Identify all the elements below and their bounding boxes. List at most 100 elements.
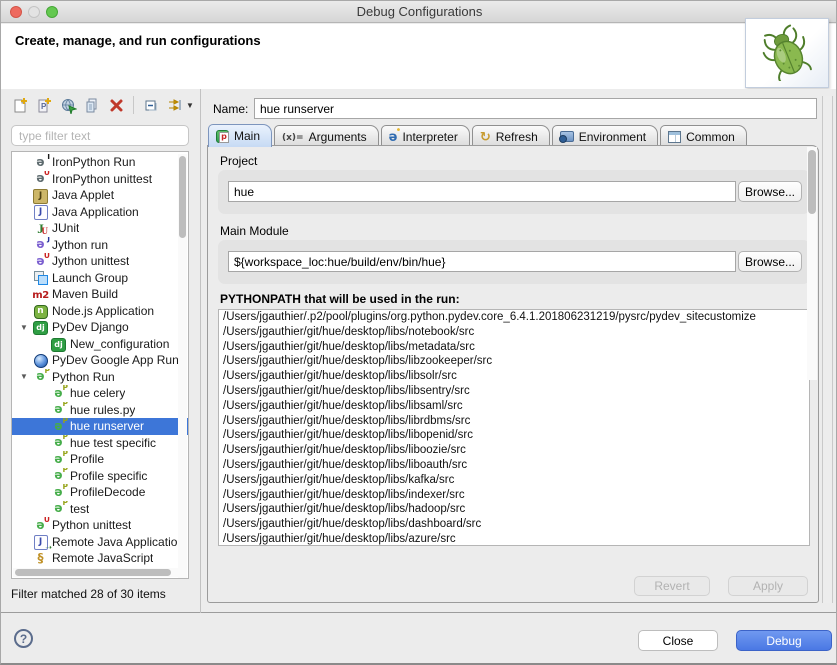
tree-item-maven-build[interactable]: Maven Build xyxy=(12,286,188,303)
tab-main[interactable]: Main xyxy=(208,124,272,147)
tree-item-ironpython-unittest[interactable]: IronPython unittest xyxy=(12,171,188,188)
duplicate-icon[interactable] xyxy=(81,94,103,116)
pythonpath-entry[interactable]: /Users/jgauthier/git/hue/desktop/libs/li… xyxy=(219,414,809,429)
tree-item-java-applet[interactable]: Java Applet xyxy=(12,187,188,204)
new-launch-configuration-icon[interactable] xyxy=(9,94,31,116)
tree-item-label: hue test specific xyxy=(70,436,156,450)
tree-item-label: hue rules.py xyxy=(70,403,135,417)
pythonpath-entry[interactable]: /Users/jgauthier/git/hue/desktop/libs/li… xyxy=(219,369,809,384)
tree-item-hue-rules-py[interactable]: hue rules.py xyxy=(12,402,188,419)
tab-label: Interpreter xyxy=(402,130,457,144)
tab-interpreter[interactable]: Interpreter xyxy=(381,125,470,147)
tree-item-python-unittest[interactable]: Python unittest xyxy=(12,517,188,534)
pythonpath-entry[interactable]: /Users/jgauthier/git/hue/desktop/libs/li… xyxy=(219,443,809,458)
name-input[interactable] xyxy=(254,98,817,119)
common-tab-icon xyxy=(668,131,681,143)
tab-label: Environment xyxy=(579,130,646,144)
tab-arguments[interactable]: Arguments xyxy=(274,125,379,147)
tree-item-test[interactable]: test xyxy=(12,501,188,518)
filter-input[interactable] xyxy=(11,125,189,146)
svg-text:P: P xyxy=(41,102,47,111)
new-prototype-icon[interactable]: P xyxy=(33,94,55,116)
pythonpath-scrollbar-thumb[interactable] xyxy=(808,150,816,214)
tree-item-jython-run[interactable]: Jython run xyxy=(12,237,188,254)
tree-item-python-run[interactable]: ▼Python Run xyxy=(12,369,188,386)
pythonpath-entry[interactable]: /Users/jgauthier/git/hue/desktop/libs/li… xyxy=(219,399,809,414)
tree-item-new-configuration[interactable]: New_configuration xyxy=(12,336,188,353)
apply-button[interactable]: Apply xyxy=(728,576,808,596)
title-bar[interactable]: Debug Configurations xyxy=(1,1,837,23)
tree-item-label: ProfileDecode xyxy=(70,485,145,499)
pythonpath-entry[interactable]: /Users/jgauthier/git/hue/desktop/libs/in… xyxy=(219,488,809,503)
tree-item-remote-javascript[interactable]: Remote JavaScript xyxy=(12,550,188,567)
tree-item-node-js-application[interactable]: Node.js Application xyxy=(12,303,188,320)
tree-horizontal-scrollbar[interactable] xyxy=(13,568,179,577)
django-configuration-icon xyxy=(50,336,67,351)
filter-status-text: Filter matched 28 of 30 items xyxy=(11,587,166,601)
tree-item-label: Java Applet xyxy=(52,188,114,202)
tree-item-profile-specific[interactable]: Profile specific xyxy=(12,468,188,485)
header-title: Create, manage, and run configurations xyxy=(15,33,261,48)
project-group: Browse... xyxy=(218,170,810,214)
project-browse-button[interactable]: Browse... xyxy=(738,181,802,202)
project-input[interactable] xyxy=(228,181,736,202)
tree-item-profile[interactable]: Profile xyxy=(12,451,188,468)
tree-item-profiledecode[interactable]: ProfileDecode xyxy=(12,484,188,501)
pythonpath-label: PYTHONPATH that will be used in the run: xyxy=(220,292,460,306)
pythonpath-entry[interactable]: /Users/jgauthier/git/hue/desktop/libs/ha… xyxy=(219,502,809,517)
delete-icon[interactable] xyxy=(105,94,127,116)
tree-item-label: IronPython unittest xyxy=(52,172,152,186)
tree-horizontal-scrollbar-thumb[interactable] xyxy=(15,569,171,576)
pythonpath-entry[interactable]: /Users/jgauthier/git/hue/desktop/libs/li… xyxy=(219,428,809,443)
tree-item-launch-group[interactable]: Launch Group xyxy=(12,270,188,287)
tree-item-pydev-django[interactable]: ▼PyDev Django xyxy=(12,319,188,336)
panel-scrollbar-track[interactable] xyxy=(822,96,833,603)
pythonpath-entry[interactable]: /Users/jgauthier/git/hue/desktop/libs/li… xyxy=(219,354,809,369)
pythonpath-scrollbar[interactable] xyxy=(807,147,817,380)
filter-launch-configurations-icon[interactable] xyxy=(164,94,186,116)
tree-item-hue-celery[interactable]: hue celery xyxy=(12,385,188,402)
tree-item-pydev-google-app-run[interactable]: PyDev Google App Run xyxy=(12,352,188,369)
pythonpath-entry[interactable]: /Users/jgauthier/git/hue/desktop/libs/da… xyxy=(219,517,809,532)
pydev-django-icon xyxy=(32,320,49,335)
tree-item-hue-test-specific[interactable]: hue test specific xyxy=(12,435,188,452)
help-question-icon[interactable]: ? xyxy=(14,629,33,648)
tree-item-hue-runserver[interactable]: hue runserver xyxy=(12,418,188,435)
pythonpath-entry[interactable]: /Users/jgauthier/git/hue/desktop/libs/li… xyxy=(219,384,809,399)
pythonpath-entry[interactable]: /Users/jgauthier/git/hue/desktop/libs/li… xyxy=(219,458,809,473)
sash-divider[interactable] xyxy=(200,89,201,613)
main-module-browse-button[interactable]: Browse... xyxy=(738,251,802,272)
export-launch-configurations-icon[interactable] xyxy=(57,94,79,116)
collapse-all-icon[interactable] xyxy=(140,94,162,116)
tree-item-jython-unittest[interactable]: Jython unittest xyxy=(12,253,188,270)
dialog-header: Create, manage, and run configurations xyxy=(1,24,837,89)
pythonpath-entry[interactable]: /Users/jgauthier/git/hue/desktop/libs/no… xyxy=(219,325,809,340)
tree-item-remote-java-application[interactable]: Remote Java Application xyxy=(12,534,188,551)
debug-button[interactable]: Debug xyxy=(736,630,832,651)
tree-item-ironpython-run[interactable]: IronPython Run xyxy=(12,154,188,171)
bug-icon xyxy=(758,23,816,81)
chevron-down-icon[interactable]: ▼ xyxy=(186,101,194,110)
revert-button[interactable]: Revert xyxy=(634,576,710,596)
tree-item-junit[interactable]: JUnit xyxy=(12,220,188,237)
tree-item-label: Jython run xyxy=(52,238,108,252)
python-run-icon xyxy=(50,419,67,434)
tab-environment[interactable]: Environment xyxy=(552,125,658,147)
expanded-caret-icon[interactable]: ▼ xyxy=(20,323,32,332)
pythonpath-entry[interactable]: /Users/jgauthier/git/hue/desktop/libs/me… xyxy=(219,340,809,355)
pythonpath-entry[interactable]: /Users/jgauthier/git/hue/desktop/libs/ka… xyxy=(219,473,809,488)
tab-common[interactable]: Common xyxy=(660,125,747,147)
launch-group-icon xyxy=(32,270,49,285)
pythonpath-entry[interactable]: /Users/jgauthier/.p2/pool/plugins/org.py… xyxy=(219,310,809,325)
pythonpath-entry[interactable]: /Users/jgauthier/git/hue/desktop/libs/az… xyxy=(219,532,809,546)
tree-vertical-scrollbar-thumb[interactable] xyxy=(179,156,186,238)
main-module-input[interactable] xyxy=(228,251,736,272)
expanded-caret-icon[interactable]: ▼ xyxy=(20,372,32,381)
project-group-label: Project xyxy=(220,154,257,168)
python-run-icon xyxy=(50,501,67,516)
tab-refresh[interactable]: Refresh xyxy=(472,125,550,147)
environment-tab-icon xyxy=(560,131,574,142)
close-button[interactable]: Close xyxy=(638,630,718,651)
tree-item-java-application[interactable]: Java Application xyxy=(12,204,188,221)
tree-vertical-scrollbar[interactable] xyxy=(178,154,187,578)
